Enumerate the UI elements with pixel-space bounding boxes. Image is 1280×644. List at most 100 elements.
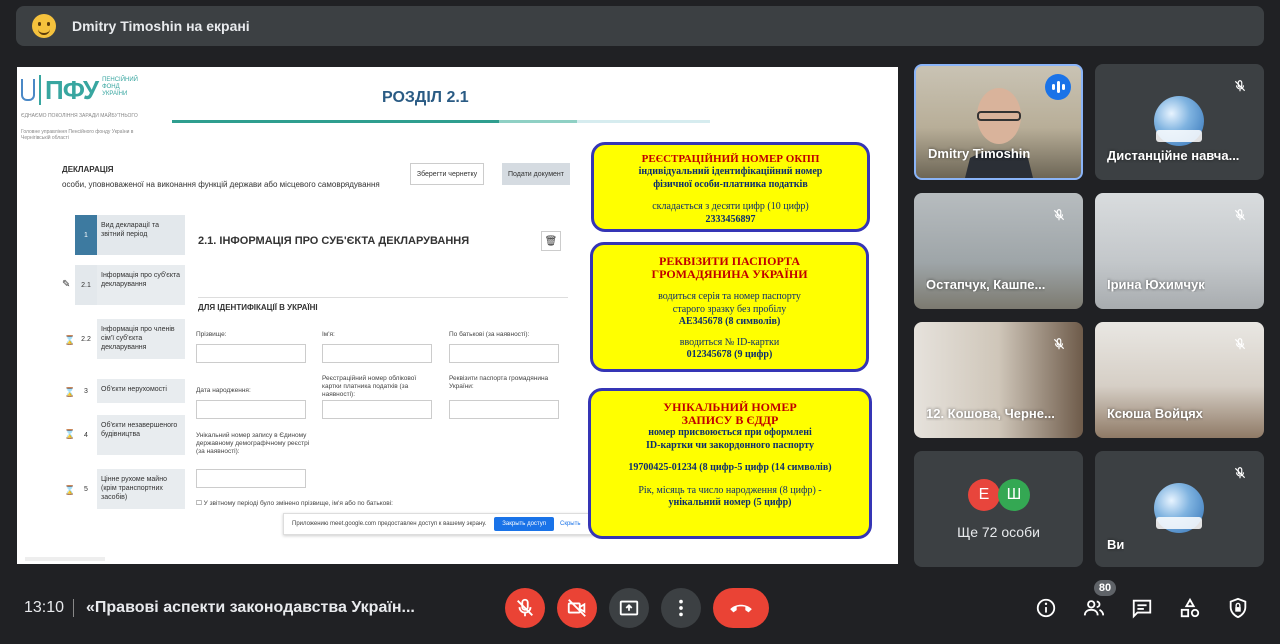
progress-bar-mid bbox=[499, 120, 577, 123]
name-label: Ім'я: bbox=[322, 331, 335, 338]
pfu-logo-small: ПЕНСІЙНИЙ ФОНД УКРАЇНИ bbox=[102, 77, 138, 97]
host-controls-button[interactable] bbox=[1226, 596, 1250, 620]
hourglass-icon: ⌛ bbox=[64, 429, 76, 439]
more-participants-tile[interactable]: Е Ш Ще 72 особи bbox=[914, 451, 1083, 567]
participant-tile[interactable]: Остапчук, Кашпе... bbox=[914, 193, 1083, 309]
avatar: Е bbox=[968, 479, 1000, 511]
participant-name: Ірина Юхимчук bbox=[1107, 277, 1205, 292]
mic-off-icon bbox=[1228, 203, 1252, 227]
camera-off-icon bbox=[567, 599, 586, 617]
participant-name: Ви bbox=[1107, 537, 1125, 552]
camera-toggle-button[interactable] bbox=[557, 588, 597, 628]
divider bbox=[73, 599, 74, 617]
present-screen-icon bbox=[619, 600, 639, 616]
participant-tile[interactable]: Ірина Юхимчук bbox=[1095, 193, 1264, 309]
declaration-subtitle: особи, уповноваженої на виконання функці… bbox=[62, 180, 380, 189]
participant-tile[interactable]: 12. Кошова, Черне... bbox=[914, 322, 1083, 438]
participant-name: Ксюша Войцях bbox=[1107, 406, 1203, 421]
pencil-icon: ✎ bbox=[62, 279, 71, 290]
banner-text: Dmitry Timoshin на екрані bbox=[72, 18, 250, 34]
chat-button[interactable] bbox=[1130, 596, 1154, 620]
participant-name: Дистанційне навча... bbox=[1107, 148, 1240, 163]
activities-icon bbox=[1180, 597, 1200, 618]
trash-icon[interactable]: 🗑 bbox=[541, 231, 561, 251]
people-button[interactable] bbox=[1082, 596, 1106, 620]
name-change-checkbox[interactable]: ☐ У звітному періоді було змінено прізви… bbox=[196, 499, 393, 507]
more-participants-label: Ще 72 особи bbox=[957, 524, 1040, 540]
participant-tile[interactable]: Ксюша Войцях bbox=[1095, 322, 1264, 438]
step-2-2[interactable]: 2.2 Інформація про членів сім'ї суб'єкта… bbox=[75, 319, 185, 359]
pfu-dept: Головне управління Пенсійного фонду Укра… bbox=[21, 129, 134, 141]
stop-sharing-button[interactable]: Закрыть доступ bbox=[494, 517, 554, 531]
section-title: 2.1. ІНФОРМАЦІЯ ПРО СУБ'ЄКТА ДЕКЛАРУВАНН… bbox=[198, 235, 470, 247]
mic-off-icon bbox=[1228, 332, 1252, 356]
patronymic-input[interactable] bbox=[449, 344, 559, 363]
passport-input[interactable] bbox=[449, 400, 559, 419]
mic-off-icon bbox=[1047, 332, 1071, 356]
hourglass-icon: ⌛ bbox=[64, 387, 76, 397]
meeting-title: «Правові аспекти законодавства Україн... bbox=[86, 599, 415, 616]
tax-id-label: Реєстраційний номер облікової картки пла… bbox=[322, 375, 417, 398]
avatar bbox=[1154, 483, 1204, 533]
clock: 13:10 bbox=[24, 599, 65, 616]
people-count-badge: 80 bbox=[1094, 580, 1116, 596]
present-button[interactable] bbox=[609, 588, 649, 628]
avatar: Ш bbox=[998, 479, 1030, 511]
pfu-logo-text: ПФУ bbox=[39, 75, 99, 105]
shared-screen: ПФУ ПЕНСІЙНИЙ ФОНД УКРАЇНИ ЄДНАЄМО ПОКОЛ… bbox=[17, 67, 898, 564]
progress-bar-done bbox=[172, 120, 499, 123]
mic-toggle-button[interactable] bbox=[505, 588, 545, 628]
tax-id-input[interactable] bbox=[322, 400, 432, 419]
unzr-label: Унікальний номер запису в Єдиному держав… bbox=[196, 432, 310, 455]
participant-name: Остапчук, Кашпе... bbox=[926, 277, 1046, 292]
step-1[interactable]: 1 Вид декларації та звітний період bbox=[75, 215, 185, 255]
hourglass-icon: ⌛ bbox=[64, 335, 76, 345]
pfu-tagline: ЄДНАЄМО ПОКОЛІННЯ ЗАРАДИ МАЙБУТНЬОГО bbox=[21, 113, 138, 119]
chat-icon bbox=[1132, 599, 1152, 619]
participant-name: 12. Кошова, Черне... bbox=[926, 406, 1055, 421]
surname-input[interactable] bbox=[196, 344, 306, 363]
activities-button[interactable] bbox=[1178, 596, 1202, 620]
slide-heading: РОЗДІЛ 2.1 bbox=[382, 89, 469, 106]
birth-label: Дата народження: bbox=[196, 387, 251, 394]
hourglass-icon: ⌛ bbox=[64, 485, 76, 495]
mic-off-icon bbox=[1228, 74, 1252, 98]
step-3[interactable]: 3 Об'єкти нерухомості bbox=[75, 379, 185, 403]
birth-input[interactable] bbox=[196, 400, 306, 419]
step-4[interactable]: 4 Об'єкти незавершеного будівництва bbox=[75, 415, 185, 455]
info-icon bbox=[1036, 598, 1056, 618]
participant-name: Dmitry Timoshin bbox=[928, 146, 1031, 161]
step-2-1[interactable]: 2.1 Інформація про суб'єкта декларування bbox=[75, 265, 185, 305]
unzr-input[interactable] bbox=[196, 469, 306, 488]
callout-okpp: РЕЄСТРАЦІЙНИЙ НОМЕР ОКПП індивідуальний … bbox=[591, 142, 870, 232]
hang-up-icon bbox=[730, 604, 752, 613]
divider bbox=[198, 297, 568, 298]
mic-off-icon bbox=[1047, 203, 1071, 227]
surname-label: Прізвище: bbox=[196, 331, 227, 338]
leave-call-button[interactable] bbox=[713, 588, 769, 628]
avatar bbox=[1154, 96, 1204, 146]
mic-off-icon bbox=[1228, 461, 1252, 485]
more-options-button[interactable] bbox=[661, 588, 701, 628]
save-draft-button[interactable]: Зберегти чернетку bbox=[410, 163, 484, 185]
pfu-logo: ПФУ ПЕНСІЙНИЙ ФОНД УКРАЇНИ bbox=[21, 75, 142, 105]
progress-bar-rest bbox=[577, 120, 710, 123]
more-vert-icon bbox=[679, 599, 683, 617]
participant-tile[interactable]: Dmitry Timoshin bbox=[914, 64, 1083, 180]
smiley-icon bbox=[32, 14, 56, 38]
people-icon bbox=[1083, 600, 1105, 616]
self-tile[interactable]: Ви bbox=[1095, 451, 1264, 567]
submit-document-button[interactable]: Подати документ bbox=[502, 163, 570, 185]
meeting-details-button[interactable] bbox=[1034, 596, 1058, 620]
mic-off-icon bbox=[517, 598, 533, 617]
meet-window: Dmitry Timoshin на екрані ПФУ ПЕНСІЙНИЙ … bbox=[0, 0, 1280, 644]
name-input[interactable] bbox=[322, 344, 432, 363]
speaking-indicator-icon bbox=[1045, 74, 1071, 100]
callout-passport: РЕКВІЗИТИ ПАСПОРТА ГРОМАДЯНИНА УКРАЇНИ в… bbox=[590, 242, 869, 372]
hide-notification-link[interactable]: Скрыть bbox=[560, 521, 580, 527]
trident-icon bbox=[21, 79, 35, 101]
participant-tile[interactable]: Дистанційне навча... bbox=[1095, 64, 1264, 180]
screen-share-notification: Приложению meet.google.com предоставлен … bbox=[283, 513, 633, 535]
step-5[interactable]: 5 Цінне рухоме майно (крім транспортних … bbox=[75, 469, 185, 509]
passport-label: Реквізити паспорта громадянина України: bbox=[449, 375, 549, 390]
